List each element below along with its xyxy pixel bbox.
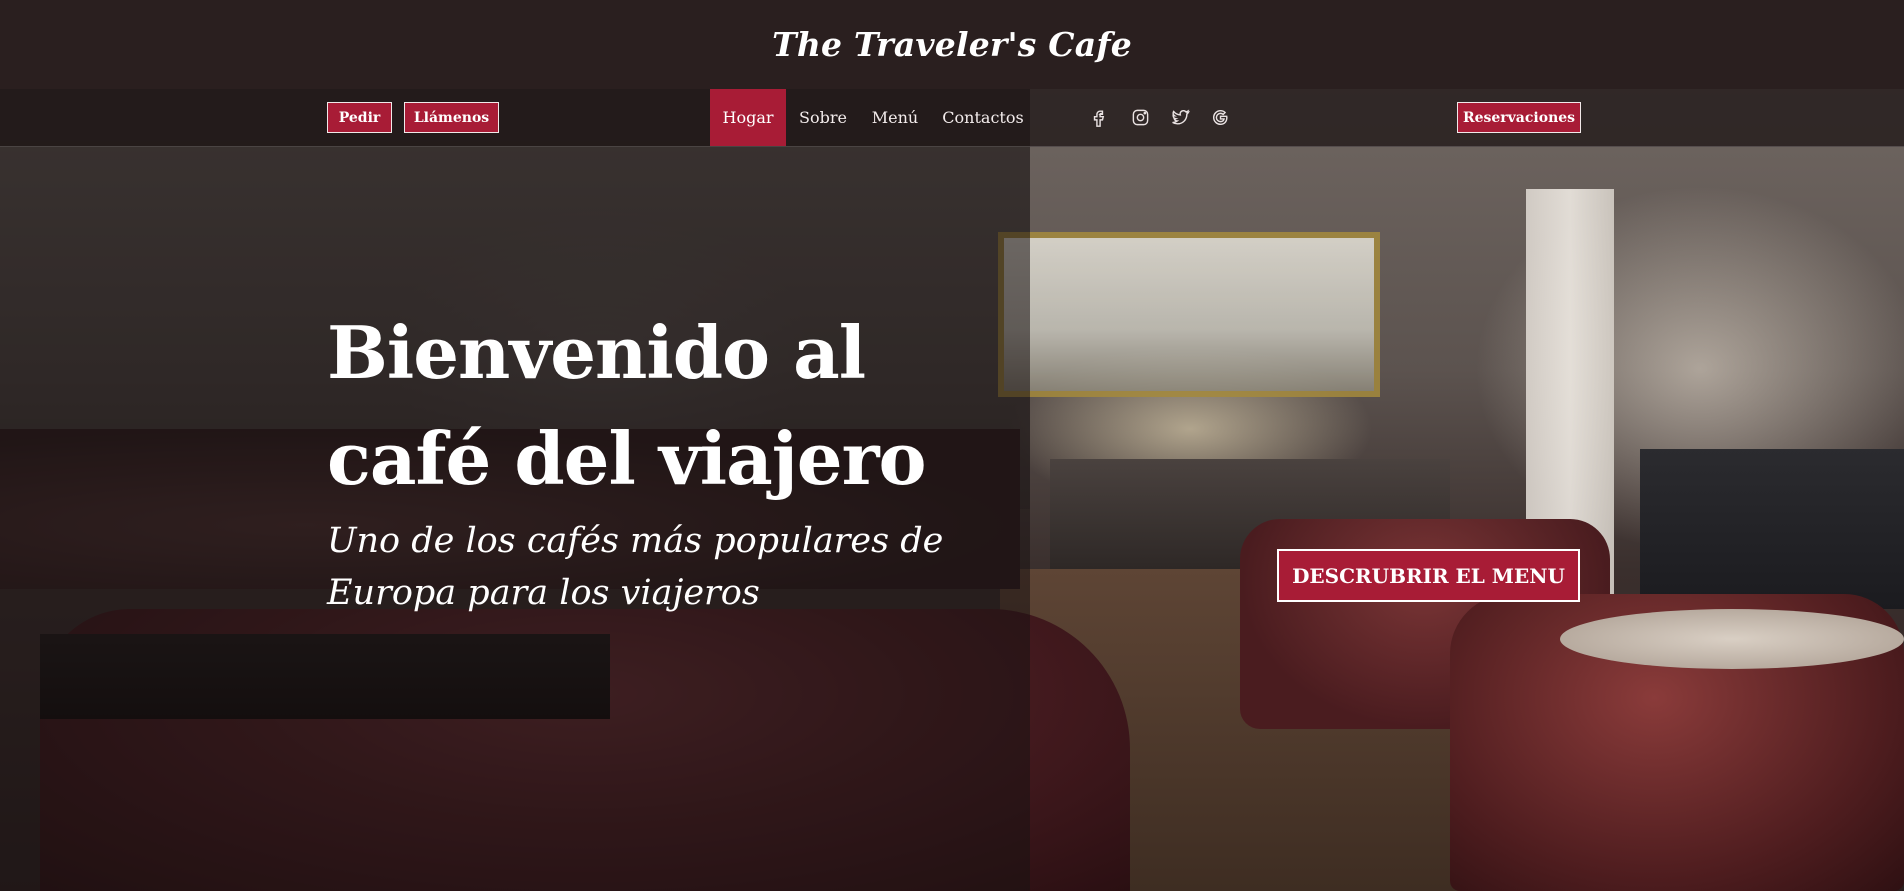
hero-title-line2: café del viajero [327,416,927,501]
nav-item-menu[interactable]: Menú [868,89,922,146]
call-button[interactable]: Llámenos [404,102,499,133]
main-nav: Pedir Llámenos Hogar Sobre Menú Contacto… [0,89,1904,147]
hero-subtitle: Uno de los cafés más populares de Europa… [327,515,947,619]
nav-item-sobre[interactable]: Sobre [795,89,851,146]
background-round-table [1560,609,1904,669]
brand-title[interactable]: The Traveler's Cafe [772,25,1132,64]
background-booth [1640,449,1904,609]
google-icon[interactable] [1209,106,1231,128]
discover-menu-button[interactable]: DESCRUBRIR EL MENU [1277,549,1580,602]
nav-item-hogar[interactable]: Hogar [710,89,786,146]
top-bar: The Traveler's Cafe [0,0,1904,89]
twitter-icon[interactable] [1169,106,1191,128]
instagram-icon[interactable] [1129,106,1151,128]
reservations-button[interactable]: Reservaciones [1457,102,1581,133]
hero-title: Bienvenido al café del viajero [327,300,1027,512]
order-button[interactable]: Pedir [327,102,392,133]
nav-item-contactos[interactable]: Contactos [940,89,1026,146]
hero-subtitle-line1: Uno de los cafés más populares de [327,521,944,561]
background-window [998,232,1380,397]
hero-title-line1: Bienvenido al [327,310,866,395]
hero-subtitle-line2: Europa para los viajeros [327,573,760,613]
facebook-icon[interactable] [1087,106,1109,128]
